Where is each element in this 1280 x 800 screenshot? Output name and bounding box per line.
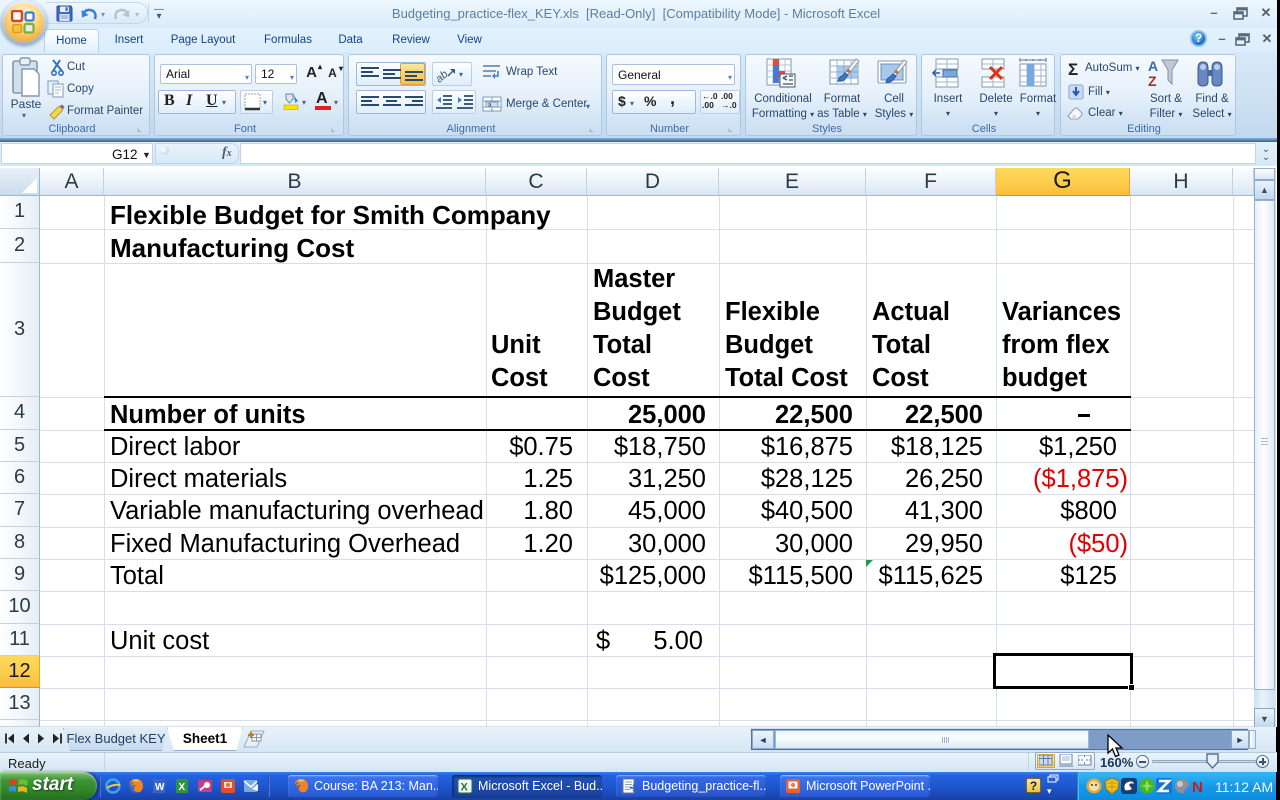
svg-text:X: X [461,782,469,794]
svg-text:Z: Z [1148,73,1157,88]
svg-text:X: X [179,782,186,793]
svg-text:W: W [155,782,165,793]
svg-text:A: A [1148,58,1158,74]
svg-text:N: N [1192,779,1203,794]
